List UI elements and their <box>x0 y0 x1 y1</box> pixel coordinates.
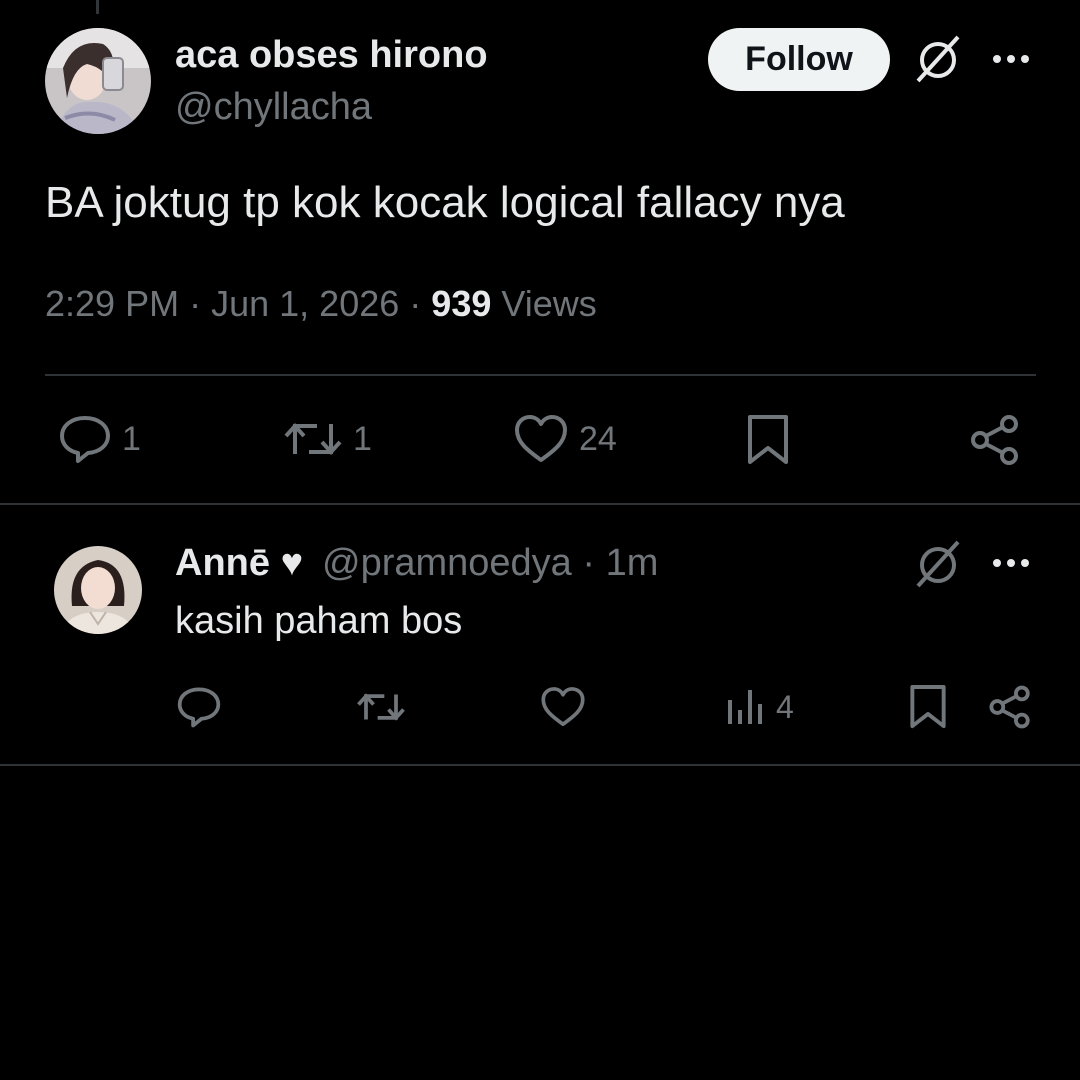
post-text: BA joktug tp kok kocak logical fallacy n… <box>45 178 845 227</box>
reply-count: 1 <box>122 419 141 458</box>
share-icon <box>989 685 1030 729</box>
meta-separator: · <box>409 283 422 324</box>
more-icon[interactable] <box>990 542 1032 584</box>
reply-reply-button[interactable] <box>176 686 222 728</box>
repost-button[interactable]: 1 <box>283 414 372 464</box>
post-time[interactable]: 2:29 PM <box>45 283 179 324</box>
like-icon <box>515 415 567 462</box>
like-count: 24 <box>579 419 617 458</box>
author-display-name[interactable]: aca obses hirono <box>175 34 488 77</box>
bookmark-icon <box>748 415 788 464</box>
post-metadata: 2:29 PM · Jun 1, 2026 · 939 Views <box>45 283 597 325</box>
share-button[interactable] <box>969 414 1021 466</box>
grok-icon[interactable] <box>912 538 964 590</box>
thread-connector-line <box>96 0 99 14</box>
heart-emoji: ♥ <box>280 542 304 584</box>
grok-icon[interactable] <box>912 33 964 85</box>
reply-icon <box>60 416 110 463</box>
reply-button[interactable]: 1 <box>58 414 141 464</box>
divider <box>45 374 1036 376</box>
reply-name-text: Annē <box>175 542 270 584</box>
author-handle[interactable]: @chyllacha <box>175 86 372 129</box>
views-icon <box>728 690 762 724</box>
reply-handle[interactable]: @pramnoedya <box>322 542 572 584</box>
divider <box>0 503 1080 505</box>
post-date[interactable]: Jun 1, 2026 <box>211 283 399 324</box>
divider <box>0 764 1080 766</box>
reply-time[interactable]: · 1m <box>582 542 658 584</box>
like-button[interactable]: 24 <box>513 414 617 464</box>
reply-repost-button[interactable] <box>356 686 406 728</box>
reply-icon <box>177 687 221 728</box>
reply-author-avatar[interactable] <box>54 546 142 634</box>
author-avatar[interactable] <box>45 28 151 134</box>
like-icon <box>541 687 585 727</box>
reply-text: kasih paham bos <box>175 600 463 642</box>
reply-like-button[interactable] <box>540 686 586 728</box>
more-icon[interactable] <box>990 38 1032 80</box>
reply-display-name[interactable]: Annē ♥ <box>175 542 303 585</box>
bookmark-button[interactable] <box>745 414 791 466</box>
repost-icon <box>284 423 342 455</box>
meta-separator: · <box>189 283 202 324</box>
reply-views-button[interactable]: 4 <box>726 686 794 728</box>
share-icon <box>971 415 1018 465</box>
views-label: Views <box>501 283 597 324</box>
follow-button[interactable]: Follow <box>708 28 890 91</box>
repost-icon <box>357 693 405 721</box>
views-count: 939 <box>431 283 492 324</box>
reply-handle-time: @pramnoedya · 1m <box>322 542 658 585</box>
reply-bookmark-button[interactable] <box>908 684 948 730</box>
reply-share-button[interactable] <box>988 684 1032 730</box>
repost-count: 1 <box>353 419 372 458</box>
reply-views-count: 4 <box>776 688 794 725</box>
bookmark-icon <box>910 685 946 729</box>
